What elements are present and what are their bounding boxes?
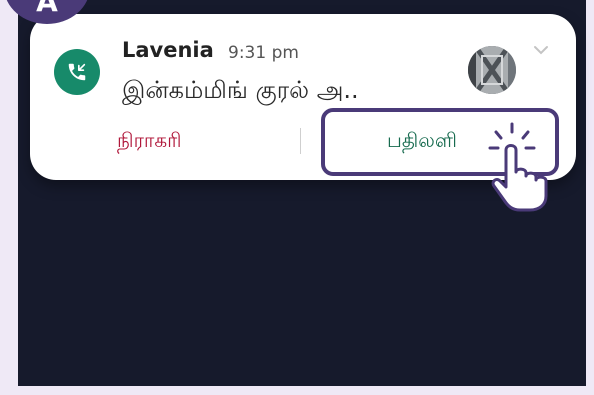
notification-message: இன்கம்மிங் குரல் அ.. [122, 76, 359, 104]
avatar-image [468, 46, 516, 94]
action-divider [300, 128, 301, 154]
hand-pointer-icon [488, 122, 548, 212]
contact-avatar [468, 46, 516, 94]
caller-name: Lavenia [122, 38, 214, 62]
answer-button[interactable]: பதிலளி [387, 128, 457, 155]
incoming-call-icon [54, 49, 100, 95]
chevron-down-icon[interactable] [530, 42, 552, 58]
notification-time: 9:31 pm [228, 43, 299, 63]
step-label: A [36, 0, 58, 18]
decline-button[interactable]: நிராகரி [117, 128, 182, 155]
phone-arrow-icon [68, 63, 86, 81]
